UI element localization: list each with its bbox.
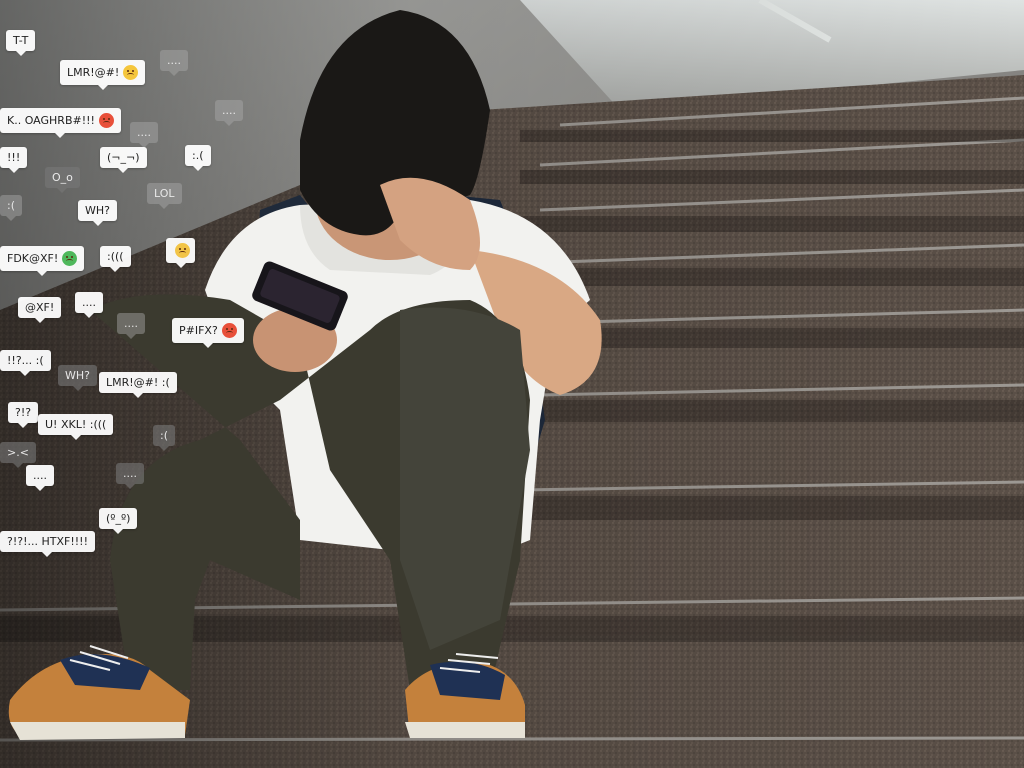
bubble-text: LOL xyxy=(154,187,175,200)
chat-bubble: K.. OAGHRB#!!! xyxy=(0,108,121,138)
chat-bubble: @XF! xyxy=(18,297,62,323)
bubble-text: !!! xyxy=(7,151,21,164)
chat-bubble: T-T xyxy=(6,30,36,56)
bubble-text: .... xyxy=(123,467,137,480)
bubble-text: .... xyxy=(124,317,138,330)
chat-bubble: :.( xyxy=(185,145,211,171)
chat-bubble: :((( xyxy=(100,246,131,272)
bubble-text: .... xyxy=(137,126,151,139)
bubble-text: P#IFX? xyxy=(179,324,218,337)
chat-bubble: :( xyxy=(153,425,175,451)
chat-bubble: LOL xyxy=(147,183,182,209)
chat-bubble: .... xyxy=(117,313,145,339)
chat-bubble: >.< xyxy=(0,442,36,468)
chat-bubble: (º_º) xyxy=(99,508,138,534)
chat-bubble: !!! xyxy=(0,147,28,173)
angry-face-icon xyxy=(221,323,237,338)
bubble-text: :( xyxy=(160,429,168,442)
chat-bubble: WH? xyxy=(78,200,117,226)
bubble-text: LMR!@#! :( xyxy=(106,376,170,389)
bubble-text: ?!? xyxy=(15,406,32,419)
chat-bubble: :( xyxy=(0,195,22,221)
chat-bubble: !!?... :( xyxy=(0,350,51,376)
chat-bubble: ?!? xyxy=(8,402,39,428)
bubble-text: >.< xyxy=(7,446,29,459)
bubble-text: FDK@XF! xyxy=(7,252,59,265)
bubble-text: :.( xyxy=(192,149,204,162)
bubble-text: .... xyxy=(167,54,181,67)
bubble-text: (¬_¬) xyxy=(107,151,140,164)
bubble-text: O_o xyxy=(52,171,73,184)
bubble-text: LMR!@#! xyxy=(67,66,120,79)
sad-face-icon xyxy=(175,243,190,258)
chat-bubble: .... xyxy=(160,50,188,76)
chat-bubble: .... xyxy=(26,465,54,491)
chat-bubble: O_o xyxy=(45,167,80,193)
chat-bubble: U! XKL! :((( xyxy=(38,414,114,440)
chat-bubble: FDK@XF! xyxy=(0,246,85,276)
bubble-text: K.. OAGHRB#!!! xyxy=(7,114,95,127)
bubble-text: :((( xyxy=(107,250,124,263)
chat-bubble: (¬_¬) xyxy=(100,147,147,173)
bubble-text: (º_º) xyxy=(106,512,131,525)
chat-bubble: WH? xyxy=(58,365,97,391)
angry-face-icon xyxy=(98,113,114,128)
photo-scene: T-T LMR!@#! .... K.. OAGHRB#!!! .... ...… xyxy=(0,0,1024,768)
bubble-text: :( xyxy=(7,199,15,212)
chat-bubble: .... xyxy=(130,122,158,148)
bubble-text: .... xyxy=(82,296,96,309)
chat-bubble: ?!?!... HTXF!!!! xyxy=(0,531,95,557)
bubble-text: U! XKL! :((( xyxy=(45,418,107,431)
bubble-text: @XF! xyxy=(25,301,55,314)
bubble-text: WH? xyxy=(65,369,90,382)
chat-bubble: .... xyxy=(215,100,243,126)
chat-bubble: .... xyxy=(116,463,144,489)
chat-bubble: .... xyxy=(75,292,103,318)
chat-bubble: LMR!@#! :( xyxy=(99,372,177,398)
bubble-text: .... xyxy=(222,104,236,117)
dizzy-face-icon xyxy=(123,65,139,80)
sick-face-icon xyxy=(62,251,78,266)
chat-bubble: LMR!@#! xyxy=(60,60,146,90)
bubble-text: ?!?!... HTXF!!!! xyxy=(7,535,88,548)
chat-bubble: P#IFX? xyxy=(172,318,244,348)
bubble-text: !!?... :( xyxy=(7,354,44,367)
bubble-text: .... xyxy=(33,469,47,482)
bubble-text: T-T xyxy=(13,34,29,47)
chat-bubble xyxy=(166,238,195,268)
bubble-text: WH? xyxy=(85,204,110,217)
